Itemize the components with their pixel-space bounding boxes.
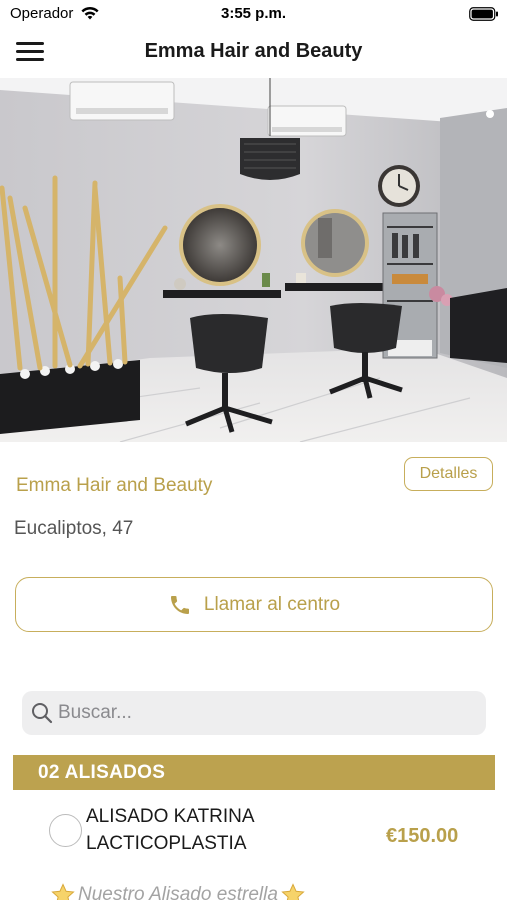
phone-icon (170, 595, 189, 614)
navigation-bar: Emma Hair and Beauty (0, 28, 507, 78)
details-button[interactable]: Detalles (404, 457, 493, 491)
center-address: Eucaliptos, 47 (14, 518, 134, 539)
service-row[interactable]: ALISADO KATRINA LACTICOPLASTIA €150.00 (0, 792, 507, 872)
salon-photo (0, 78, 507, 442)
clock: 3:55 p.m. (220, 5, 287, 22)
service-note: Nuestro Alisado estrella (50, 882, 306, 900)
category-title: 02 ALISADOS (38, 762, 166, 783)
center-name: Emma Hair and Beauty (16, 475, 213, 496)
search-input[interactable] (58, 691, 478, 735)
call-center-button[interactable]: Llamar al centro (15, 577, 493, 632)
search-icon (32, 703, 53, 724)
service-note-text: Nuestro Alisado estrella (78, 884, 278, 900)
status-bar: Operador 3:55 p.m. (0, 0, 507, 28)
service-price: €150.00 (386, 825, 459, 847)
search-bar (22, 691, 486, 735)
star-icon (51, 883, 75, 900)
service-select-radio[interactable] (49, 814, 82, 847)
page-title: Emma Hair and Beauty (144, 40, 363, 62)
star-icon (281, 883, 305, 900)
battery-icon (469, 7, 498, 21)
call-center-label: Llamar al centro (203, 593, 341, 615)
service-name: ALISADO KATRINA LACTICOPLASTIA (86, 806, 254, 854)
category-header[interactable]: 02 ALISADOS (13, 755, 495, 790)
